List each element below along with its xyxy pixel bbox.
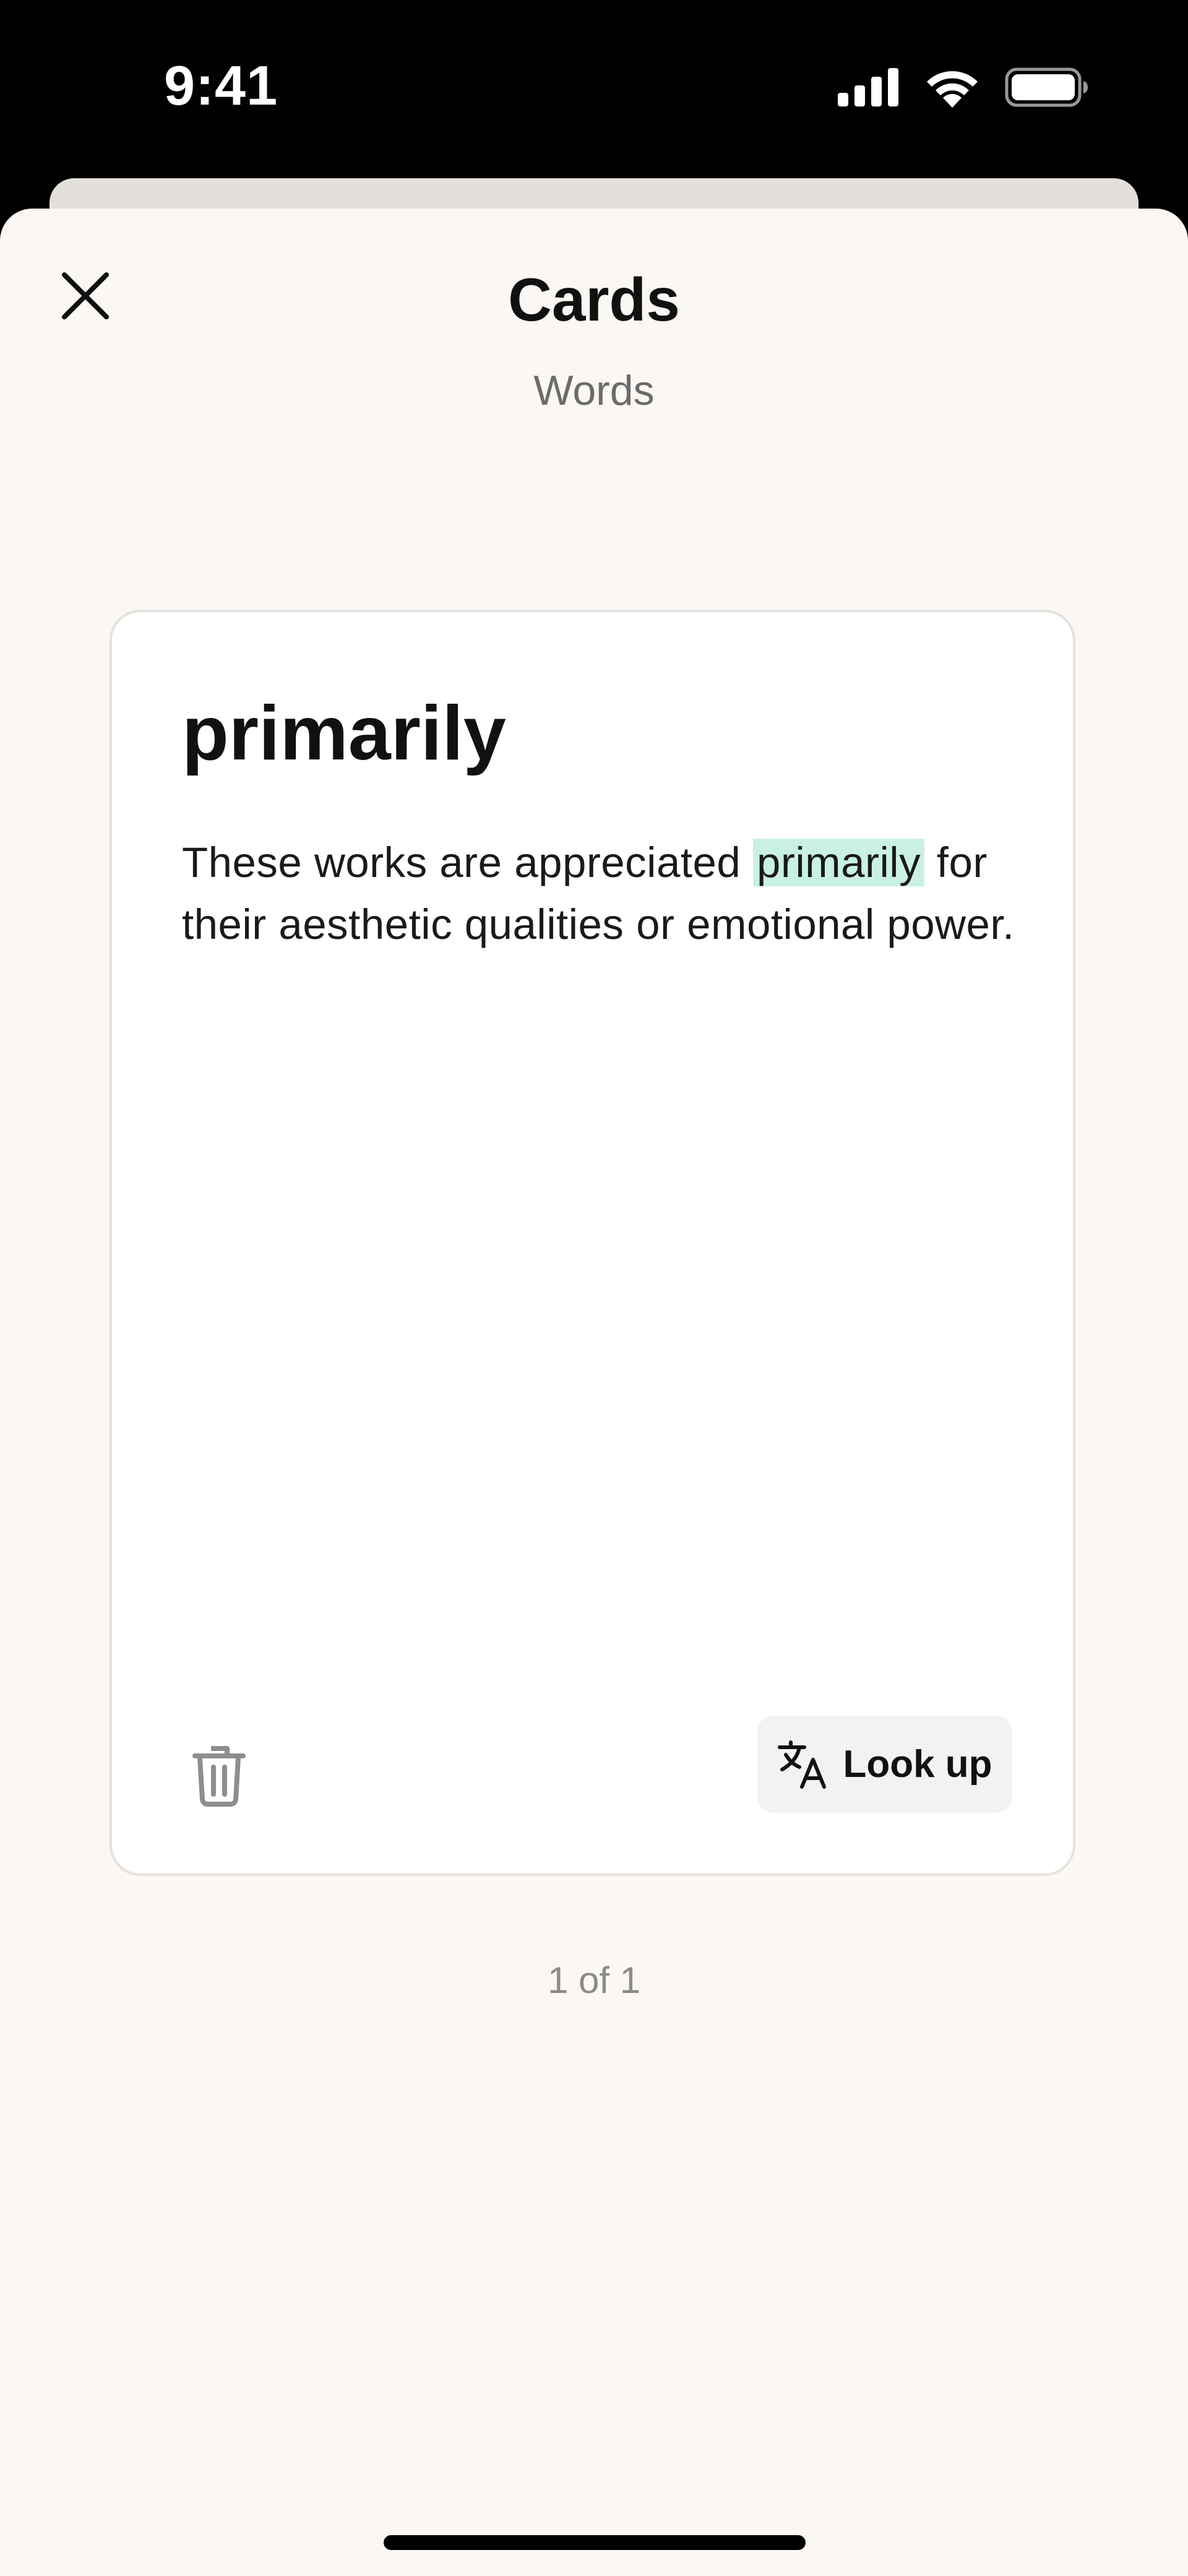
card-pager: 1 of 1 xyxy=(547,1960,641,2001)
page-title: Cards xyxy=(508,266,680,334)
sentence-text-before: These works are appreciated xyxy=(182,839,753,886)
status-bar: 9:41 xyxy=(0,0,1188,179)
delete-card-button[interactable] xyxy=(185,1742,253,1810)
highlighted-word: primarily xyxy=(752,839,925,886)
wifi-icon xyxy=(927,71,978,108)
home-indicator[interactable] xyxy=(384,2535,806,2550)
translate-icon xyxy=(778,1740,827,1789)
battery-icon xyxy=(1005,67,1088,107)
word-card[interactable]: primarily These works are appreciated pr… xyxy=(110,610,1075,1876)
status-icons xyxy=(838,67,1089,108)
look-up-label: Look up xyxy=(843,1743,992,1786)
cellular-signal-icon xyxy=(838,68,898,106)
status-time: 9:41 xyxy=(164,55,278,117)
look-up-button[interactable]: Look up xyxy=(757,1716,1012,1813)
trash-icon xyxy=(192,1746,246,1807)
app-screen: 9:41 Cards Words primarily These works a… xyxy=(0,0,1188,2576)
card-sentence: These works are appreciated primarily fo… xyxy=(182,832,1023,956)
page-subtitle: Words xyxy=(533,367,655,414)
card-word: primarily xyxy=(182,691,506,776)
